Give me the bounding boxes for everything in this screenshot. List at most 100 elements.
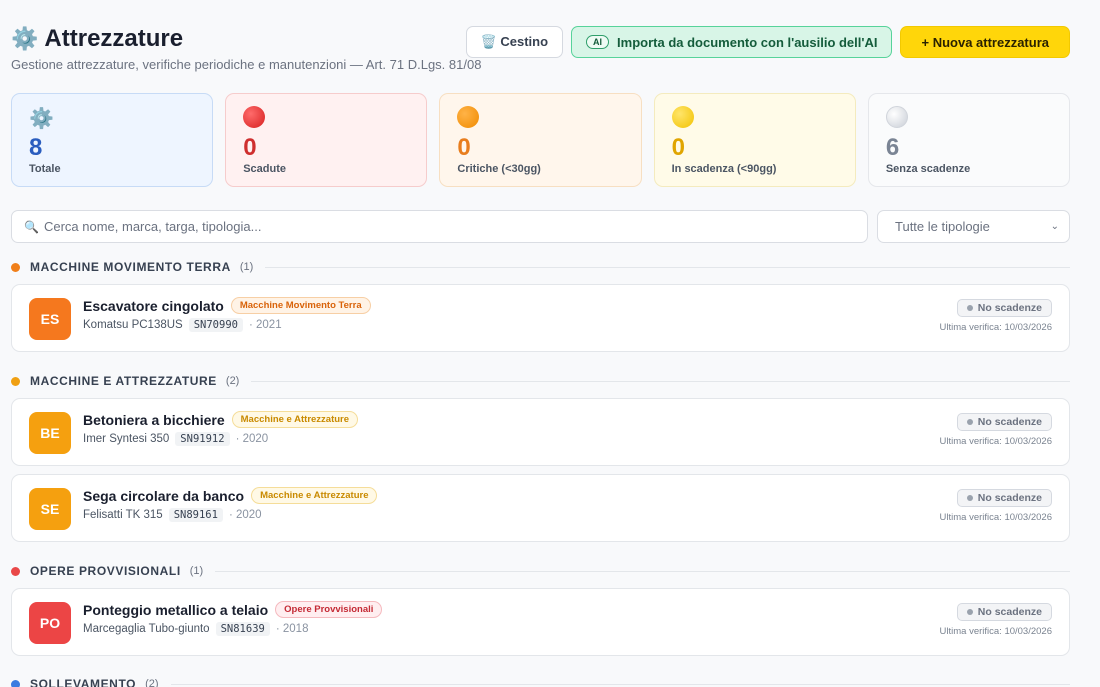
group-count: (2) xyxy=(145,678,159,687)
status-text: No scadenze xyxy=(977,302,1042,314)
equipment-card[interactable]: SE Sega circolare da banco Macchine e At… xyxy=(11,474,1070,542)
equipment-model: Komatsu PC138US xyxy=(83,319,183,331)
status-badge: No scadenze xyxy=(956,489,1052,507)
serial-number: SN91912 xyxy=(175,432,230,446)
stat-card-total[interactable]: ⚙️ 8 Totale xyxy=(11,93,214,187)
group-header: OPERE PROVVISIONALI (1) xyxy=(11,562,1070,580)
category-tag: Macchine Movimento Terra xyxy=(230,297,371,314)
page-header: ⚙️ Attrezzature Gestione attrezzature, v… xyxy=(11,24,1070,72)
equipment-model: Imer Syntesi 350 xyxy=(83,433,170,445)
gear-icon: ⚙️ xyxy=(11,26,39,51)
last-check: Ultima verifica: 10/03/2026 xyxy=(939,626,1052,637)
page-subtitle: Gestione attrezzature, verifiche periodi… xyxy=(11,57,482,72)
last-check: Ultima verifica: 10/03/2026 xyxy=(939,322,1052,333)
group-count: (2) xyxy=(225,375,240,387)
card-info: Betoniera a bicchiere Macchine e Attrezz… xyxy=(83,411,359,446)
group-dot xyxy=(11,262,20,272)
equipment-name: Betoniera a bicchiere xyxy=(83,411,225,428)
search-icon: 🔍 xyxy=(24,219,39,234)
search-placeholder: Cerca nome, marca, targa, tipologia... xyxy=(43,219,262,234)
equipment-name: Escavatore cingolato xyxy=(83,297,224,314)
equipment-card[interactable]: PO Ponteggio metallico a telaio Opere Pr… xyxy=(11,588,1070,656)
card-status: No scadenze Ultima verifica: 10/03/2026 xyxy=(940,298,1052,333)
stat-card-no-deadline[interactable]: 6 Senza scadenze xyxy=(867,93,1071,187)
card-info: Sega circolare da banco Macchine e Attre… xyxy=(83,487,378,522)
group-name: OPERE PROVVISIONALI xyxy=(30,564,181,578)
last-check: Ultima verifica: 10/03/2026 xyxy=(939,436,1052,447)
avatar: PO xyxy=(29,602,71,644)
white-circle-icon xyxy=(885,106,908,128)
status-badge: No scadenze xyxy=(956,413,1052,431)
group-header: MACCHINE MOVIMENTO TERRA (1) xyxy=(11,258,1070,276)
trash-button[interactable]: 🗑️ Cestino xyxy=(465,26,564,58)
card-status: No scadenze Ultima verifica: 10/03/2026 xyxy=(940,412,1052,447)
divider xyxy=(215,570,1070,572)
equipment-model: Felisatti TK 315 xyxy=(83,509,163,521)
avatar: BE xyxy=(29,412,71,454)
card-info: Ponteggio metallico a telaio Opere Provv… xyxy=(83,601,383,636)
new-equipment-button[interactable]: + Nuova attrezzatura xyxy=(900,26,1070,58)
group-count: (1) xyxy=(239,261,254,273)
stat-value: 0 xyxy=(457,134,471,161)
status-dot-icon xyxy=(966,495,973,501)
page-title-text: Attrezzature xyxy=(44,25,184,52)
category-tag: Opere Provvisionali xyxy=(275,601,383,618)
status-dot-icon xyxy=(966,419,973,425)
stat-card-due[interactable]: 0 In scadenza (<90gg) xyxy=(653,93,856,187)
type-filter-select[interactable]: Tutte le tipologie ⌄ xyxy=(877,210,1070,243)
category-tag: Macchine e Attrezzature xyxy=(251,487,378,504)
avatar: SE xyxy=(29,488,71,530)
orange-circle-icon xyxy=(457,106,480,128)
stat-label: Critiche (<30gg) xyxy=(457,163,541,175)
divider xyxy=(251,380,1070,382)
group-name: SOLLEVAMENTO xyxy=(30,677,137,687)
equipment-card[interactable]: BE Betoniera a bicchiere Macchine e Attr… xyxy=(11,398,1070,466)
equipment-year: · 2020 xyxy=(228,509,262,521)
group-dot xyxy=(11,679,20,687)
equipment-year: · 2020 xyxy=(235,433,269,445)
card-info: Escavatore cingolato Macchine Movimento … xyxy=(83,297,371,332)
serial-number: SN81639 xyxy=(215,622,270,636)
card-status: No scadenze Ultima verifica: 10/03/2026 xyxy=(940,488,1052,523)
stat-label: Scadute xyxy=(243,163,286,175)
page-title: ⚙️ Attrezzature xyxy=(11,24,481,54)
stat-card-critical[interactable]: 0 Critiche (<30gg) xyxy=(439,93,642,187)
equipment-name: Sega circolare da banco xyxy=(83,487,245,504)
search-input[interactable]: 🔍 Cerca nome, marca, targa, tipologia... xyxy=(11,210,868,243)
equipment-model: Marcegaglia Tubo-giunto xyxy=(83,623,210,635)
group-dot xyxy=(11,566,20,576)
status-text: No scadenze xyxy=(977,492,1042,504)
equipment-year: · 2021 xyxy=(248,319,282,331)
header-actions: 🗑️ Cestino AI Importa da documento con l… xyxy=(465,26,1070,58)
group-header: SOLLEVAMENTO (2) xyxy=(11,675,1070,687)
type-filter-value: Tutte le tipologie xyxy=(895,219,990,234)
ai-chip: AI xyxy=(586,35,610,49)
status-text: No scadenze xyxy=(977,416,1042,428)
stat-label: Totale xyxy=(29,163,61,175)
serial-number: SN70990 xyxy=(188,318,243,332)
equipment-card[interactable]: ES Escavatore cingolato Macchine Movimen… xyxy=(11,284,1070,352)
stat-label: Senza scadenze xyxy=(885,163,971,175)
card-status: No scadenze Ultima verifica: 10/03/2026 xyxy=(940,602,1052,637)
group-name: MACCHINE E ATTREZZATURE xyxy=(30,374,217,388)
group-name: MACCHINE MOVIMENTO TERRA xyxy=(30,260,231,274)
status-text: No scadenze xyxy=(977,606,1042,618)
stat-value: 6 xyxy=(885,134,900,161)
stat-value: 0 xyxy=(243,134,257,161)
status-dot-icon xyxy=(966,305,973,311)
avatar: ES xyxy=(29,298,71,340)
red-circle-icon xyxy=(243,106,266,128)
gear-icon: ⚙️ xyxy=(29,108,54,130)
stat-label: In scadenza (<90gg) xyxy=(671,163,777,175)
yellow-circle-icon xyxy=(671,106,694,128)
stat-card-expired[interactable]: 0 Scadute xyxy=(225,93,428,187)
page: ⚙️ Attrezzature Gestione attrezzature, v… xyxy=(0,0,1100,687)
divider xyxy=(170,683,1070,685)
equipment-name: Ponteggio metallico a telaio xyxy=(83,601,269,618)
stat-value: 8 xyxy=(29,134,43,161)
equipment-year: · 2018 xyxy=(275,623,309,635)
ai-import-button[interactable]: AI Importa da documento con l'ausilio de… xyxy=(571,26,893,58)
divider xyxy=(265,266,1070,268)
status-dot-icon xyxy=(966,609,973,615)
serial-number: SN89161 xyxy=(168,508,223,522)
